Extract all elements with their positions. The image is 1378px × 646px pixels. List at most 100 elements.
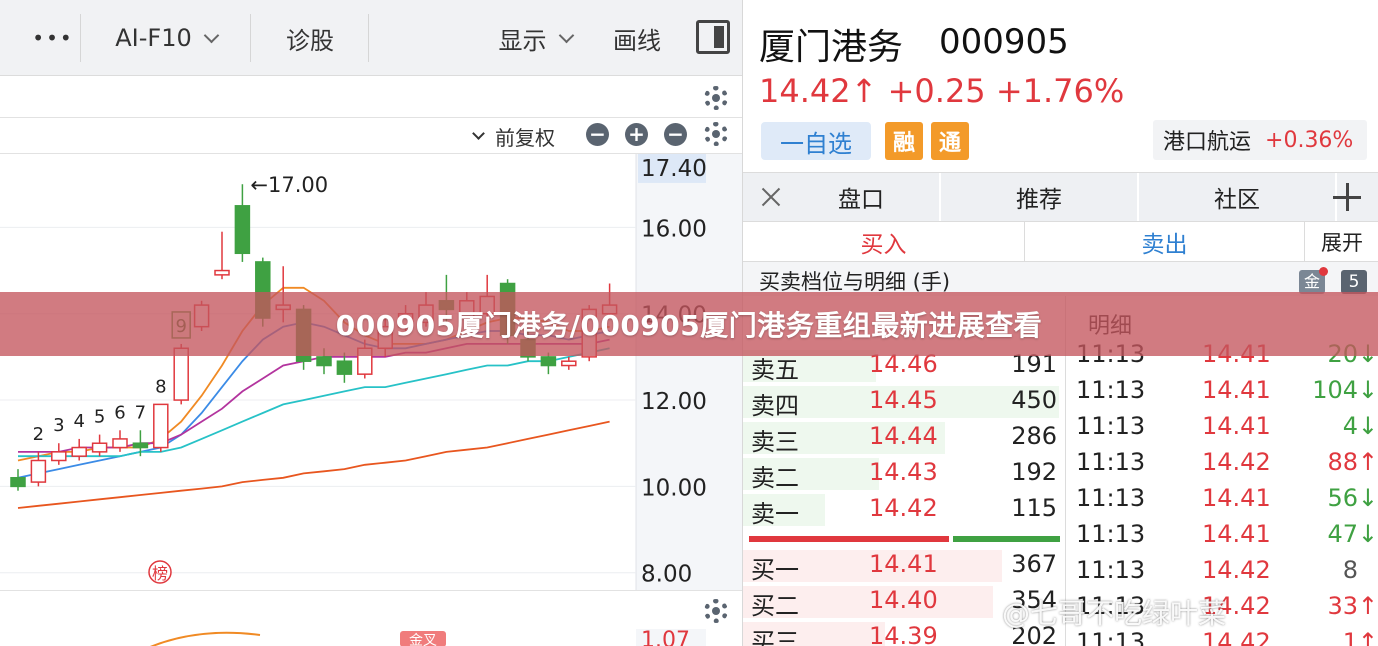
- ask-row[interactable]: 卖三 14.44 286: [743, 420, 1065, 456]
- tick-price: 14.41: [1202, 412, 1271, 440]
- tab-community[interactable]: 社区: [1139, 173, 1335, 221]
- candle-body: [112, 438, 128, 449]
- level-price: 14.40: [869, 586, 938, 614]
- indicator-svg: 金叉 1.07: [149, 628, 706, 646]
- arrow-up-icon: ↑: [1357, 628, 1378, 646]
- candle-body: [51, 451, 67, 462]
- tick-volume: 33: [1327, 592, 1358, 620]
- banner-title: 000905厦门港务/000905厦门港务重组最新进展查看: [335, 309, 1043, 342]
- level-price: 14.45: [869, 386, 938, 414]
- trade-bar: 买入 卖出 展开: [743, 222, 1378, 262]
- tick-volume: 1: [1342, 628, 1358, 646]
- gold-icon[interactable]: 金: [1299, 267, 1328, 294]
- tick-row: 11:13 14.42 88 ↑: [1066, 448, 1378, 484]
- expand-button[interactable]: 展开: [1305, 222, 1378, 262]
- toolbar-divider: [368, 14, 369, 62]
- indicator-value: 1.07: [641, 628, 690, 646]
- y-tick-label: 17.40: [641, 156, 707, 182]
- sell-button[interactable]: 卖出: [1025, 222, 1305, 262]
- y-tick-label: 8.00: [641, 562, 692, 588]
- chart-subheader: [0, 76, 742, 118]
- remove-watchlist-button[interactable]: 一自选: [761, 122, 871, 160]
- y-tick-label: 16.00: [641, 216, 707, 242]
- connect-badge[interactable]: 通: [931, 122, 969, 160]
- ai-f10-label: AI-F10: [115, 24, 192, 52]
- bid-row[interactable]: 买一 14.41 367: [743, 548, 1065, 584]
- chevron-down-icon: [472, 127, 485, 140]
- ai-f10-dropdown[interactable]: AI-F10: [82, 0, 250, 76]
- sector-change: +0.36%: [1265, 127, 1354, 153]
- max-price-annotation: ←17.00: [250, 173, 328, 197]
- tick-row: 11:13 14.41 104 ↓: [1066, 376, 1378, 412]
- arrow-down-icon: ↓: [1357, 484, 1378, 512]
- level-label: 卖三: [751, 428, 799, 456]
- level-volume: 115: [1011, 494, 1057, 522]
- tick-volume: 104: [1312, 376, 1358, 404]
- ask-row[interactable]: 卖四 14.45 450: [743, 384, 1065, 420]
- tick-price: 14.41: [1202, 376, 1271, 404]
- collapse-button[interactable]: −: [664, 123, 687, 146]
- watermark: @七哥不吃绿叶菜: [1002, 597, 1227, 630]
- diagnose-button[interactable]: 诊股: [252, 0, 368, 76]
- buy-button[interactable]: 买入: [743, 222, 1025, 262]
- gear-icon[interactable]: [704, 122, 728, 146]
- sector-link[interactable]: 港口航运 +0.36%: [1153, 120, 1367, 160]
- rank-badge-label: 榜: [152, 564, 168, 583]
- level-volume: 286: [1011, 422, 1057, 450]
- stock-name: 厦门港务: [759, 27, 904, 68]
- candle-body: [234, 205, 251, 255]
- tick-row: 11:13 14.41 47 ↓: [1066, 520, 1378, 556]
- moving-average-line: [17, 420, 610, 509]
- tick-volume: 8: [1342, 556, 1358, 584]
- candlestick-chart[interactable]: 17.4016.0014.0012.0010.008.0023456789←17…: [0, 154, 742, 590]
- tab-orderbook[interactable]: 盘口: [783, 173, 939, 221]
- candle-body: [561, 360, 577, 367]
- minus-icon: −: [589, 122, 606, 146]
- arrow-down-icon: ↓: [1357, 520, 1378, 548]
- count-label: 4: [73, 411, 84, 432]
- tick-time: 11:13: [1076, 556, 1146, 584]
- zoom-in-button[interactable]: +: [625, 123, 648, 146]
- panel-tabs: 盘口 推荐 社区: [743, 172, 1378, 222]
- level-five-icon[interactable]: 5: [1341, 270, 1367, 294]
- level-label: 卖一: [751, 500, 799, 528]
- indicator-line: [149, 631, 261, 646]
- arrow-down-icon: ↓: [1357, 412, 1378, 440]
- candle-body: [173, 347, 189, 401]
- draw-line-label: 画线: [613, 26, 661, 55]
- draw-line-button[interactable]: 画线: [598, 0, 676, 76]
- y-tick-label: 10.00: [641, 475, 707, 501]
- candle-body: [71, 446, 87, 457]
- tab-recommend[interactable]: 推荐: [941, 173, 1137, 221]
- title-banner: 000905厦门港务/000905厦门港务重组最新进展查看: [0, 292, 1378, 356]
- ask-row[interactable]: 卖一 14.42 115: [743, 492, 1065, 528]
- tick-price: 14.41: [1202, 520, 1271, 548]
- gear-icon[interactable]: [704, 86, 728, 110]
- layout-toggle-icon[interactable]: [696, 20, 730, 54]
- toolbar-divider: [80, 14, 81, 62]
- candle-body: [214, 269, 230, 276]
- chevron-down-icon: [558, 27, 574, 43]
- tick-price: 14.42: [1202, 556, 1271, 584]
- level-price: 14.42: [869, 494, 938, 522]
- count-label: 7: [135, 402, 146, 423]
- level-label: 买一: [751, 556, 799, 584]
- tick-price: 14.42: [1202, 448, 1271, 476]
- adjust-dropdown[interactable]: 前复权: [472, 118, 555, 154]
- arrow-down-icon: ↓: [1357, 376, 1378, 404]
- level-volume: 192: [1011, 458, 1057, 486]
- display-dropdown[interactable]: 显示: [480, 0, 590, 76]
- margin-badge[interactable]: 融: [885, 122, 923, 160]
- close-icon[interactable]: [759, 185, 783, 209]
- level-label: 买二: [751, 592, 799, 620]
- candle-body: [540, 356, 557, 367]
- tick-volume: 4: [1342, 412, 1358, 440]
- count-label: 3: [53, 415, 64, 436]
- ask-row[interactable]: 卖二 14.43 192: [743, 456, 1065, 492]
- level-volume: 367: [1011, 550, 1057, 578]
- tick-row: 11:13 14.42 8: [1066, 556, 1378, 592]
- level-price: 14.41: [869, 550, 938, 578]
- toolbar-divider: [250, 14, 251, 62]
- zoom-out-button[interactable]: −: [586, 123, 609, 146]
- add-tab-icon[interactable]: [1333, 183, 1361, 211]
